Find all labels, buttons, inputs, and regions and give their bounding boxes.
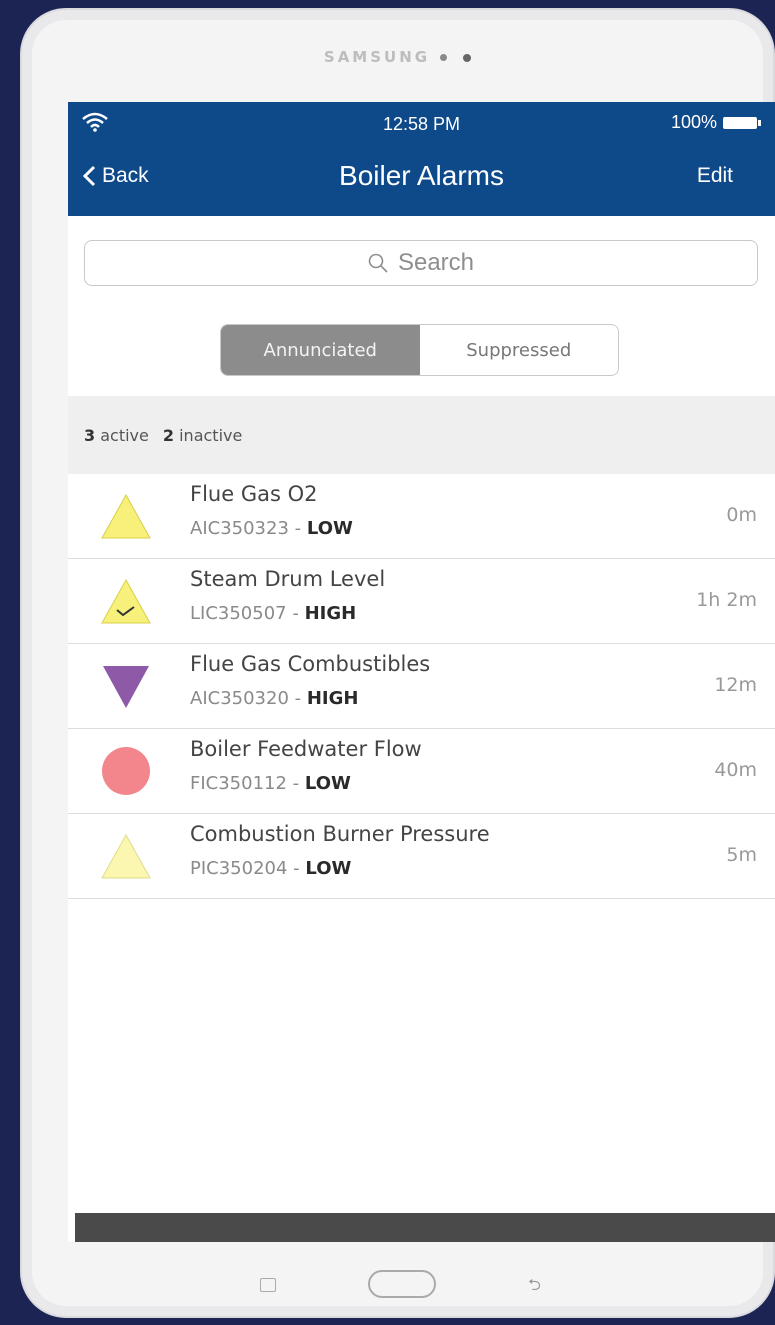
inactive-count: 2 <box>162 425 175 445</box>
alarm-age: 12m <box>714 674 757 696</box>
acknowledged-triangle-icon <box>101 578 151 624</box>
alarm-row[interactable]: Flue Gas O2 AIC350323 - LOW 0m <box>68 474 775 559</box>
alarm-tag: PIC350204 - LOW <box>190 858 352 879</box>
circle-icon <box>102 747 150 795</box>
app-screen: 12:58 PM 100% Back Boiler Alarms Edit Se… <box>68 102 775 1242</box>
alarm-level: LOW <box>305 858 352 879</box>
tab-annunciated[interactable]: Annunciated <box>221 325 420 375</box>
alarm-row[interactable]: Combustion Burner Pressure PIC350204 - L… <box>68 814 775 899</box>
tablet-device: SAMSUNG 12:58 PM 100% Back Boiler Alarms <box>20 8 775 1318</box>
search-icon <box>368 253 388 273</box>
alarm-age: 1h 2m <box>696 589 757 611</box>
alarm-level: LOW <box>306 518 353 539</box>
alarm-level: HIGH <box>304 603 357 624</box>
recent-apps-icon[interactable] <box>260 1278 276 1292</box>
alarm-name: Flue Gas Combustibles <box>190 652 431 676</box>
brand-logo: SAMSUNG <box>22 48 773 66</box>
alarm-summary: 3 active 2 inactive <box>68 396 775 474</box>
alarm-name: Combustion Burner Pressure <box>190 822 490 846</box>
alarm-age: 5m <box>726 844 757 866</box>
inverted-triangle-icon <box>103 666 149 708</box>
alarm-level: HIGH <box>306 688 359 709</box>
alarm-age: 0m <box>726 504 757 526</box>
share-icon[interactable] <box>129 1241 163 1242</box>
camera-dot <box>463 53 472 62</box>
edit-button[interactable]: Edit <box>697 164 733 188</box>
alarm-row[interactable]: Flue Gas Combustibles AIC350320 - HIGH 1… <box>68 644 775 729</box>
search-placeholder: Search <box>397 249 475 276</box>
active-count: 3 <box>84 425 96 445</box>
alarm-row[interactable]: Steam Drum Level LIC350507 - HIGH 1h 2m <box>68 559 775 644</box>
alarm-filter-segmented-control: Annunciated Suppressed <box>220 324 619 376</box>
alarm-tag: AIC350323 - LOW <box>190 518 353 539</box>
battery-icon <box>723 116 761 129</box>
warning-triangle-icon <box>101 493 151 539</box>
alarm-tag: FIC350112 - LOW <box>190 773 351 794</box>
hardware-back-icon[interactable]: ⮌ <box>528 1274 541 1301</box>
bottom-toolbar <box>75 1213 775 1242</box>
alarm-name: Boiler Feedwater Flow <box>190 737 422 761</box>
tab-suppressed[interactable]: Suppressed <box>419 325 618 375</box>
pale-triangle-icon <box>101 833 151 879</box>
page-title: Boiler Alarms <box>339 160 504 191</box>
hardware-keys: ⮌ <box>22 1264 773 1304</box>
alarm-list: Flue Gas O2 AIC350323 - LOW 0m Steam Dru… <box>68 474 775 899</box>
alarm-level: LOW <box>304 773 351 794</box>
alarm-row[interactable]: Boiler Feedwater Flow FIC350112 - LOW 40… <box>68 729 775 814</box>
alarm-name: Steam Drum Level <box>190 567 386 591</box>
battery-percent: 100% <box>670 112 717 132</box>
alarm-tag: AIC350320 - HIGH <box>190 688 359 709</box>
search-input[interactable]: Search <box>84 240 758 286</box>
inactive-summary: 2 inactive <box>162 425 243 445</box>
battery-status: 100% <box>670 112 761 133</box>
status-time: 12:58 PM <box>382 114 461 134</box>
alarm-tag: LIC350507 - HIGH <box>190 603 357 624</box>
sensor-dot <box>440 54 448 61</box>
active-summary: 3 active <box>84 425 149 445</box>
home-button[interactable] <box>368 1270 436 1298</box>
navigation-bar: 12:58 PM 100% Back Boiler Alarms Edit <box>68 102 775 216</box>
alarm-age: 40m <box>714 759 757 781</box>
alarm-name: Flue Gas O2 <box>190 482 318 506</box>
